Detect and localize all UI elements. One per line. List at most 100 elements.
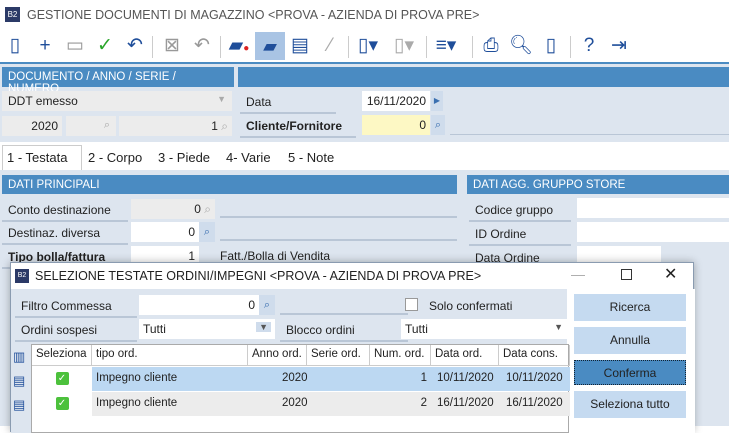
data-field[interactable]: 16/11/2020: [362, 91, 430, 111]
conto-desc-line: [220, 216, 457, 218]
minimize-button[interactable]: —: [571, 266, 585, 282]
col-seleziona[interactable]: Seleziona: [32, 345, 92, 365]
cliente-search-button[interactable]: ⌕: [431, 115, 445, 135]
table-row[interactable]: ✓ Impegno cliente 2020 1 10/11/2020 10/1…: [32, 367, 570, 391]
row-icon: ▤: [13, 397, 26, 412]
toolbar-separator: [570, 36, 571, 58]
toolbar-separator: [472, 36, 473, 58]
series-field[interactable]: ⌕: [66, 116, 116, 136]
col-data-ord[interactable]: Data ord.: [431, 345, 499, 365]
annulla-button[interactable]: Annulla: [574, 327, 686, 354]
cell-data-cons: 16/11/2020: [506, 397, 563, 409]
cliente-desc-line: [450, 134, 729, 135]
destinaz-desc-line: [220, 239, 457, 241]
number-field[interactable]: 1 ⌕: [119, 116, 232, 136]
toolbar-separator: [426, 36, 427, 58]
cell-num: 2: [420, 397, 427, 409]
sospesi-label: Ordini sospesi: [15, 320, 137, 342]
sospesi-value: Tutti: [143, 322, 166, 336]
conto-label: Conto destinazione: [2, 200, 128, 222]
dialog-title: SELEZIONE TESTATE ORDINI/IMPEGNI <PROVA …: [35, 269, 482, 283]
print-icon[interactable]: ⎙: [477, 34, 505, 58]
row-checkbox[interactable]: ✓: [55, 372, 69, 385]
open-folder-icon[interactable]: ▭: [61, 34, 89, 58]
document-menu-2-icon[interactable]: ▯▾: [390, 34, 418, 58]
id-ordine-label: ID Ordine: [469, 224, 571, 246]
cell-anno: 2020: [282, 397, 308, 409]
destinaz-field[interactable]: 0: [131, 222, 199, 242]
filtro-desc-line: [280, 313, 408, 315]
tipo-desc: Fatt./Bolla di Vendita: [220, 249, 331, 263]
cell-tipo: Impegno cliente: [96, 397, 178, 409]
store-section-title: DATI AGG. GRUPPO STORE: [467, 175, 729, 194]
maximize-button[interactable]: [621, 269, 632, 280]
cell-data-cons: 10/11/2020: [506, 372, 563, 384]
solo-confermati-label: Solo confermati: [429, 299, 513, 313]
document-yellow-icon[interactable]: ▤: [286, 34, 314, 58]
orders-table: Seleziona tipo ord. Anno ord. Serie ord.…: [31, 344, 570, 433]
cancel-undo-icon[interactable]: ↶: [188, 34, 216, 58]
confirm-check-icon[interactable]: ✓: [91, 34, 119, 58]
tab-testata[interactable]: 1 - Testata: [2, 145, 82, 170]
print-preview-icon[interactable]: 🔍︎: [507, 34, 535, 58]
solo-confermati-checkbox[interactable]: [405, 298, 418, 311]
folder-red-icon[interactable]: ▰●: [225, 34, 253, 61]
row-icon: ▤: [13, 373, 26, 388]
add-icon[interactable]: +: [31, 34, 59, 58]
tab-piede[interactable]: 3 - Piede: [158, 150, 210, 165]
year-field[interactable]: 2020: [2, 116, 62, 136]
folder-yellow-icon[interactable]: ▰: [255, 32, 285, 60]
col-tipo[interactable]: tipo ord.: [92, 345, 248, 365]
delete-icon[interactable]: ⊠: [158, 34, 186, 58]
col-num[interactable]: Num. ord.: [370, 345, 431, 365]
ruler-icon[interactable]: ⁄: [316, 34, 344, 58]
seleziona-tutto-button[interactable]: Seleziona tutto: [574, 391, 686, 418]
col-serie[interactable]: Serie ord.: [307, 345, 370, 365]
document-menu-icon[interactable]: ▯▾: [354, 34, 382, 58]
ricerca-button[interactable]: Ricerca: [574, 294, 686, 321]
blocco-select[interactable]: Tutti ▼: [401, 319, 567, 339]
date-arrow-button[interactable]: ▶: [431, 91, 443, 111]
table-row[interactable]: ✓ Impegno cliente 2020 2 16/11/2020 16/1…: [32, 392, 570, 416]
toolbar-separator: [152, 36, 153, 58]
pdf-icon[interactable]: ▯: [537, 34, 565, 58]
doc-type-select[interactable]: DDT emesso ▼: [2, 91, 232, 111]
cell-data-ord: 10/11/2020: [437, 372, 494, 384]
data-label: Data: [240, 92, 336, 114]
destinaz-search-button[interactable]: ⌕: [199, 222, 215, 242]
tab-corpo[interactable]: 2 - Corpo: [88, 150, 142, 165]
col-data-cons[interactable]: Data cons.: [499, 345, 570, 365]
exit-icon[interactable]: ⇥: [605, 34, 633, 58]
col-anno[interactable]: Anno ord.: [248, 345, 307, 365]
doc-type-value: DDT emesso: [8, 94, 78, 108]
cliente-label: Cliente/Fornitore: [240, 116, 356, 138]
blocco-value: Tutti: [405, 322, 428, 336]
cell-data-ord: 16/11/2020: [437, 397, 494, 409]
cell-num: 1: [420, 372, 427, 384]
search-icon: ⌕: [221, 119, 228, 133]
filtro-search-button[interactable]: ⌕: [259, 295, 275, 315]
help-icon[interactable]: ?: [575, 34, 603, 58]
list-menu-icon[interactable]: ≡▾: [432, 34, 460, 58]
new-document-icon[interactable]: ▯: [1, 34, 29, 58]
filtro-field[interactable]: 0: [139, 295, 259, 315]
tab-note[interactable]: 5 - Note: [288, 150, 334, 165]
cliente-field[interactable]: 0: [362, 115, 430, 135]
dropdown-arrow-icon: ▼: [256, 322, 271, 332]
destinaz-label: Destinaz. diversa: [2, 223, 128, 245]
tab-varie[interactable]: 4- Varie: [226, 150, 271, 165]
id-ordine-field[interactable]: [577, 222, 729, 242]
cell-tipo: Impegno cliente: [96, 372, 178, 384]
close-button[interactable]: ✕: [664, 264, 677, 284]
column-chooser-icon[interactable]: ▥: [13, 349, 25, 365]
header-right-bar: [238, 67, 729, 87]
conferma-button[interactable]: Conferma: [574, 360, 686, 385]
conto-field[interactable]: 0 ⌕: [131, 199, 215, 219]
sospesi-select[interactable]: Tutti ▼: [139, 319, 275, 339]
codice-gruppo-field[interactable]: [577, 198, 729, 218]
row-checkbox[interactable]: ✓: [55, 397, 69, 410]
undo-icon[interactable]: ↶: [121, 34, 149, 58]
app-logo: B2: [5, 7, 20, 22]
number-value: 1: [211, 119, 218, 133]
dialog-logo: B2: [15, 269, 29, 283]
